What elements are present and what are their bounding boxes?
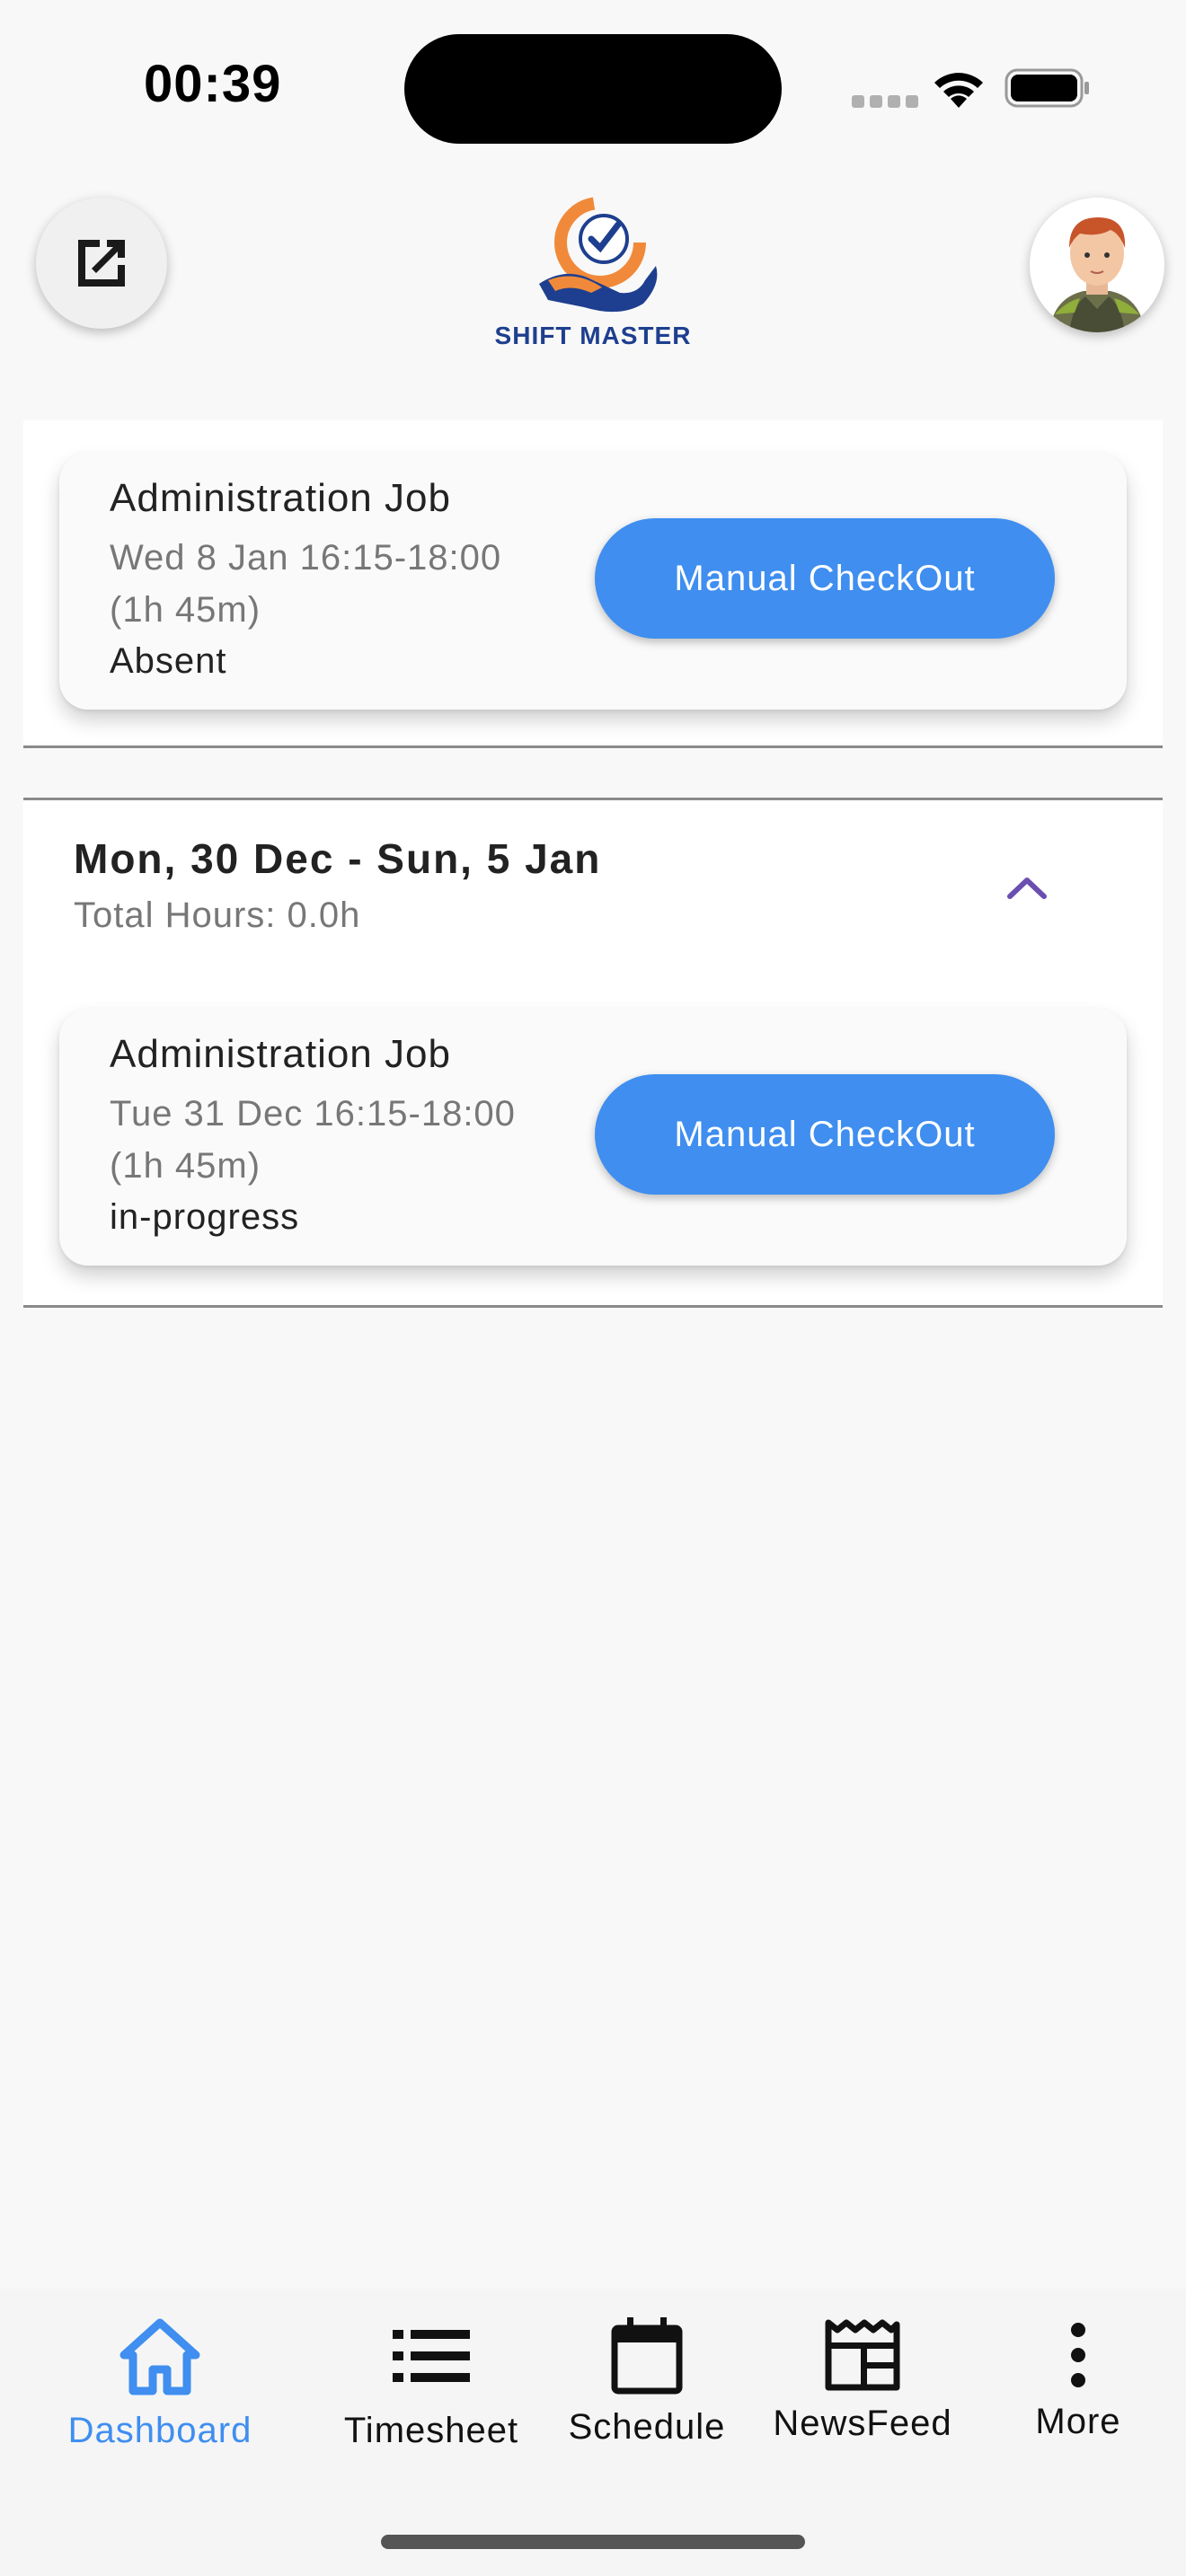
nav-label: Schedule <box>568 2407 726 2447</box>
manual-checkout-button[interactable]: Manual CheckOut <box>595 1074 1055 1195</box>
job-card: Administration Job Wed 8 Jan 16:15-18:00… <box>59 453 1127 710</box>
week-total-hours: Total Hours: 0.0h <box>74 895 361 935</box>
section-divider <box>23 1305 1163 1308</box>
job-time-range: Wed 8 Jan 16:15-18:00 <box>110 538 502 578</box>
nav-item-timesheet[interactable]: Timesheet <box>323 2325 539 2451</box>
job-title: Administration Job <box>110 476 451 520</box>
job-title: Administration Job <box>110 1032 451 1076</box>
open-in-new-icon <box>78 240 125 287</box>
home-icon <box>119 2318 200 2395</box>
job-status: in-progress <box>110 1197 300 1237</box>
nav-item-dashboard[interactable]: Dashboard <box>52 2316 268 2451</box>
job-duration: (1h 45m) <box>110 590 261 630</box>
job-time: Tue 31 Dec 16:15-18:00 (1h 45m) <box>110 1088 516 1192</box>
nav-item-schedule[interactable]: Schedule <box>548 2316 746 2448</box>
nav-item-more[interactable]: More <box>997 2321 1159 2442</box>
calendar-icon <box>611 2317 683 2395</box>
chevron-up-icon[interactable] <box>1006 857 1048 911</box>
list-icon <box>393 2330 470 2382</box>
nav-label: NewsFeed <box>773 2404 952 2443</box>
user-avatar-icon <box>1030 198 1164 332</box>
nav-label: Timesheet <box>343 2411 519 2450</box>
current-job-section: Administration Job Wed 8 Jan 16:15-18:00… <box>23 420 1163 744</box>
nav-label: More <box>1035 2402 1121 2441</box>
wifi-icon <box>934 73 983 108</box>
cellular-signal-icon <box>852 95 918 108</box>
more-vertical-icon <box>1071 2323 1085 2387</box>
nav-label: Dashboard <box>67 2411 252 2450</box>
newspaper-icon <box>825 2319 900 2391</box>
job-status: Absent <box>110 641 227 681</box>
home-indicator[interactable] <box>381 2535 805 2549</box>
status-time: 00:39 <box>144 55 282 113</box>
manual-checkout-button[interactable]: Manual CheckOut <box>595 518 1055 639</box>
section-divider <box>23 745 1163 748</box>
open-external-button[interactable] <box>36 198 167 329</box>
job-duration: (1h 45m) <box>110 1146 261 1186</box>
battery-icon <box>1005 68 1089 108</box>
week-range-title[interactable]: Mon, 30 Dec - Sun, 5 Jan <box>74 834 601 883</box>
nav-item-newsfeed[interactable]: NewsFeed <box>755 2319 970 2444</box>
job-card: Administration Job Tue 31 Dec 16:15-18:0… <box>59 1009 1127 1266</box>
bottom-navigation: Dashboard Timesheet Schedule NewsFeed Mo… <box>0 2289 1186 2576</box>
avatar-button[interactable] <box>1030 198 1164 332</box>
app-logo: SHIFT MASTER <box>485 194 701 352</box>
job-time-range: Tue 31 Dec 16:15-18:00 <box>110 1094 516 1134</box>
job-time: Wed 8 Jan 16:15-18:00 (1h 45m) <box>110 532 501 636</box>
week-group-section: Mon, 30 Dec - Sun, 5 Jan Total Hours: 0.… <box>23 800 1163 1305</box>
logo-text: SHIFT MASTER <box>494 322 692 349</box>
dynamic-island <box>404 34 782 144</box>
